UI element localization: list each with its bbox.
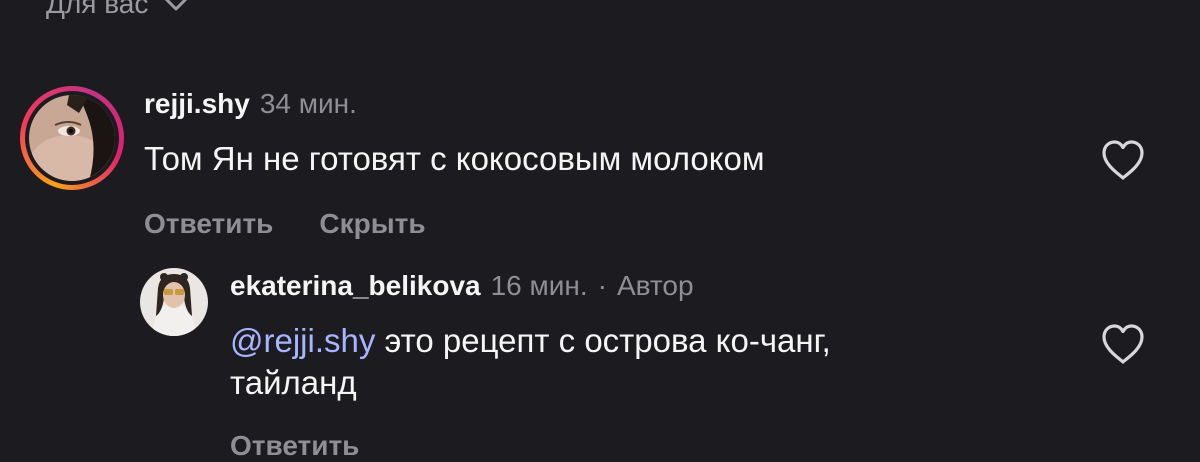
reply-time: 16 мин.: [490, 270, 588, 301]
reply-comment: ekaterina_belikova 16 мин. · Автор @rejj…: [0, 262, 1200, 461]
comment-username[interactable]: rejji.shy: [144, 88, 250, 120]
reply-meta: ekaterina_belikova 16 мин. · Автор: [230, 270, 694, 302]
comment-text: Том Ян не готовят с кокосовым молоком: [144, 140, 765, 177]
reply-button[interactable]: Ответить: [144, 208, 273, 240]
meta-separator: ·: [597, 270, 607, 301]
author-badge: Автор: [616, 270, 694, 301]
hide-button[interactable]: Скрыть: [319, 208, 425, 240]
comment-meta: rejji.shy 34 мин.: [144, 88, 357, 120]
avatar[interactable]: [140, 268, 208, 336]
feed-filter-label: Для вас: [46, 0, 149, 19]
comment: rejji.shy 34 мин. Том Ян не готовят с ко…: [0, 86, 1200, 256]
reply-button[interactable]: Ответить: [230, 430, 359, 462]
feed-filter-dropdown[interactable]: Для вас: [46, 0, 190, 24]
avatar: [29, 95, 115, 181]
reply-text-line2: тайланд: [230, 364, 357, 401]
reply-actions: Ответить: [230, 430, 359, 462]
reply-username[interactable]: ekaterina_belikova: [230, 270, 481, 302]
comment-time: 34 мин.: [259, 88, 357, 119]
story-ring[interactable]: [20, 86, 124, 190]
reply-text: @rejji.shy это рецепт с острова ко-чанг,…: [230, 320, 1050, 404]
comment-actions: Ответить Скрыть: [144, 208, 426, 240]
reply-text-line1: это рецепт с острова ко-чанг,: [375, 322, 831, 359]
chevron-down-icon: [165, 0, 188, 11]
mention-link[interactable]: @rejji.shy: [230, 322, 375, 359]
heart-outline-icon[interactable]: [1100, 323, 1146, 365]
heart-outline-icon[interactable]: [1100, 139, 1146, 181]
